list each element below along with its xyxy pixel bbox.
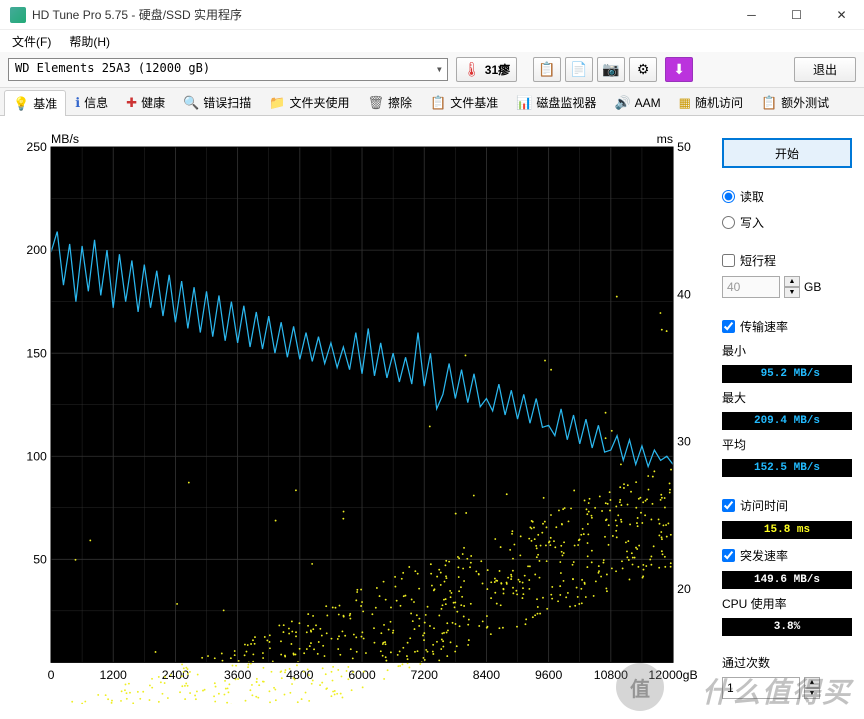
temperature-value: 31瘳 (485, 61, 510, 78)
svg-text:50: 50 (677, 140, 691, 154)
svg-text:2400: 2400 (162, 668, 190, 682)
svg-text:250: 250 (26, 140, 47, 154)
tabbar: 💡基准ℹ信息✚健康🔍错误扫描📁文件夹使用🗑擦除📋文件基准📊磁盘监视器🔊AAM▦随… (0, 88, 864, 116)
spin-up[interactable]: ▲ (784, 276, 800, 287)
temperature-button[interactable]: 🌡 31瘳 (456, 57, 517, 82)
svg-text:8400: 8400 (473, 668, 501, 682)
passes-up[interactable]: ▲ (804, 677, 820, 688)
drive-select[interactable]: WD Elements 25A3 (12000 gB) (8, 58, 448, 81)
tab-icon: 📊 (516, 95, 532, 111)
app-icon (10, 7, 26, 23)
content: MB/sms5010015020025020304050012002400360… (0, 116, 864, 716)
tab-icon: 📋 (430, 95, 446, 111)
svg-text:100: 100 (26, 449, 47, 463)
svg-text:12000gB: 12000gB (648, 668, 697, 682)
read-radio[interactable]: 读取 (722, 186, 852, 206)
svg-text:40: 40 (677, 287, 691, 301)
tab-icon: 💡 (13, 96, 29, 112)
save-button[interactable]: ⬇ (665, 57, 693, 82)
tool-group: 📋 📄 📷 ⚙ (533, 57, 657, 82)
short-stroke-field (722, 276, 780, 298)
write-radio[interactable]: 写入 (722, 212, 852, 232)
tab-AAM[interactable]: 🔊AAM (605, 89, 669, 115)
short-stroke-check[interactable]: 短行程 (722, 250, 852, 270)
tab-icon: 🗑 (368, 95, 385, 111)
copy-screenshot-button[interactable]: 📄 (565, 57, 593, 82)
min-value: 95.2 MB/s (722, 365, 852, 383)
tab-擦除[interactable]: 🗑擦除 (359, 89, 422, 115)
svg-text:7200: 7200 (411, 668, 439, 682)
svg-text:30: 30 (677, 435, 691, 449)
svg-text:9600: 9600 (535, 668, 563, 682)
short-stroke-input: ▲▼ GB (722, 276, 852, 298)
options-button[interactable]: ⚙ (629, 57, 657, 82)
access-time-check[interactable]: 访问时间 (722, 495, 852, 515)
svg-text:MB/s: MB/s (51, 132, 79, 146)
svg-text:0: 0 (48, 668, 55, 682)
passes-field[interactable] (722, 677, 800, 699)
copy-info-button[interactable]: 📋 (533, 57, 561, 82)
maximize-button[interactable]: ☐ (774, 0, 819, 30)
sidepanel: 开始 读取 写入 短行程 ▲▼ GB 传输速率 最小 95.2 MB/s 最大 … (722, 128, 852, 704)
tab-icon: 🔍 (183, 95, 199, 111)
tab-信息[interactable]: ℹ信息 (66, 89, 117, 115)
burst-rate-check[interactable]: 突发速率 (722, 545, 852, 565)
tab-健康[interactable]: ✚健康 (117, 89, 174, 115)
tab-磁盘监视器[interactable]: 📊磁盘监视器 (507, 89, 605, 115)
exit-button[interactable]: 退出 (794, 57, 856, 82)
max-value: 209.4 MB/s (722, 412, 852, 430)
window-title: HD Tune Pro 5.75 - 硬盘/SSD 实用程序 (32, 6, 729, 23)
screenshot-button[interactable]: 📷 (597, 57, 625, 82)
tab-icon: ▦ (679, 95, 691, 111)
avg-label: 平均 (722, 436, 852, 453)
tab-文件夹使用[interactable]: 📁文件夹使用 (260, 89, 358, 115)
tab-icon: ℹ (75, 95, 80, 111)
tab-icon: ✚ (126, 95, 137, 111)
toolbar: WD Elements 25A3 (12000 gB) 🌡 31瘳 📋 📄 📷 … (0, 52, 864, 88)
svg-text:6000: 6000 (348, 668, 376, 682)
tab-基准[interactable]: 💡基准 (4, 90, 66, 116)
passes-down[interactable]: ▼ (804, 688, 820, 699)
access-value: 15.8 ms (722, 521, 852, 539)
thermometer-icon: 🌡 (463, 61, 481, 78)
cpu-value: 3.8% (722, 618, 852, 636)
avg-value: 152.5 MB/s (722, 459, 852, 477)
benchmark-chart: MB/sms5010015020025020304050012002400360… (12, 128, 710, 704)
tab-icon: 📋 (761, 95, 777, 111)
titlebar: HD Tune Pro 5.75 - 硬盘/SSD 实用程序 ─ ☐ ✕ (0, 0, 864, 30)
start-button[interactable]: 开始 (722, 138, 852, 168)
menu-help[interactable]: 帮助(H) (61, 31, 118, 52)
svg-text:10800: 10800 (594, 668, 628, 682)
burst-value: 149.6 MB/s (722, 571, 852, 589)
menu-file[interactable]: 文件(F) (4, 31, 59, 52)
svg-text:150: 150 (26, 346, 47, 360)
tab-错误扫描[interactable]: 🔍错误扫描 (174, 89, 260, 115)
transfer-rate-check[interactable]: 传输速率 (722, 316, 852, 336)
cpu-label: CPU 使用率 (722, 595, 852, 612)
svg-text:ms: ms (657, 132, 673, 146)
passes-input: ▲▼ (722, 677, 852, 699)
passes-label: 通过次数 (722, 654, 852, 671)
tab-随机访问[interactable]: ▦随机访问 (670, 89, 752, 115)
close-button[interactable]: ✕ (819, 0, 864, 30)
tab-icon: 🔊 (614, 95, 630, 111)
min-label: 最小 (722, 342, 852, 359)
svg-text:50: 50 (33, 552, 47, 566)
svg-text:20: 20 (677, 582, 691, 596)
tab-icon: 📁 (269, 95, 285, 111)
tab-文件基准[interactable]: 📋文件基准 (421, 89, 507, 115)
tab-额外测试[interactable]: 📋额外测试 (752, 89, 838, 115)
menubar: 文件(F) 帮助(H) (0, 30, 864, 52)
svg-text:200: 200 (26, 243, 47, 257)
minimize-button[interactable]: ─ (729, 0, 774, 30)
spin-down[interactable]: ▼ (784, 287, 800, 298)
chart-area: MB/sms5010015020025020304050012002400360… (12, 128, 710, 704)
max-label: 最大 (722, 389, 852, 406)
svg-text:1200: 1200 (100, 668, 128, 682)
